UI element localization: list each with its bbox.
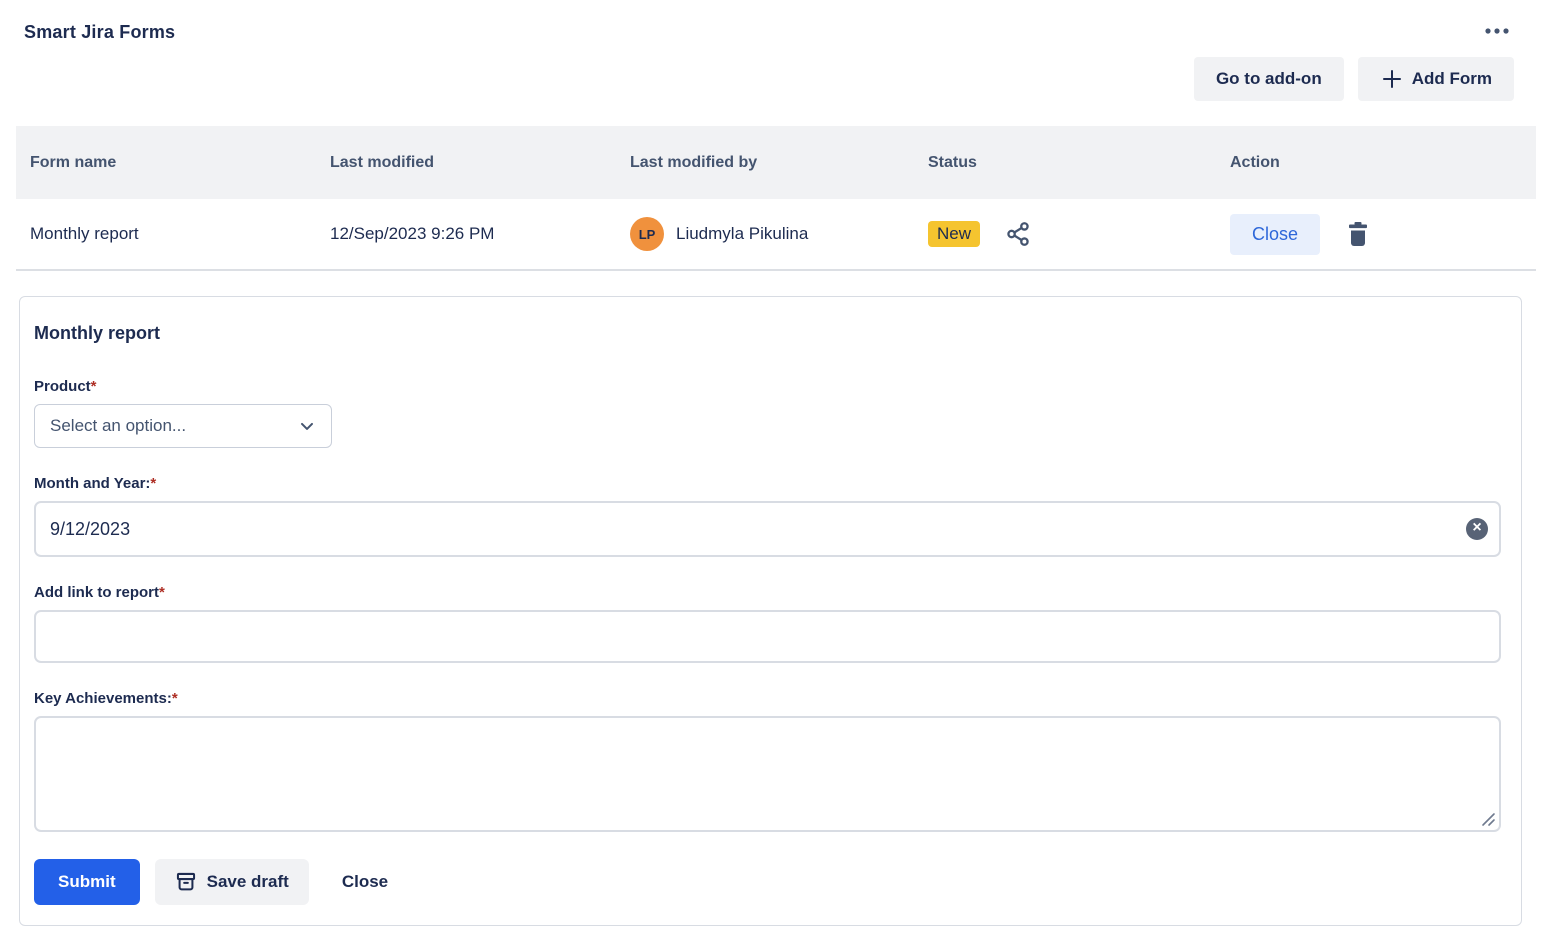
- key-achievements-label: Key Achievements:*: [34, 690, 1501, 707]
- status-cell: New: [928, 220, 1230, 248]
- form-title: Monthly report: [34, 323, 1501, 344]
- key-achievements-field-group: Key Achievements:*: [34, 690, 1501, 832]
- key-achievements-textarea[interactable]: [34, 716, 1501, 832]
- status-badge: New: [928, 221, 980, 247]
- required-marker: *: [159, 584, 165, 601]
- resize-handle-icon[interactable]: [1480, 811, 1496, 827]
- action-cell: Close: [1230, 214, 1536, 255]
- archive-box-icon: [175, 871, 197, 893]
- column-header-action: Action: [1230, 154, 1536, 172]
- ellipsis-dots: [1484, 26, 1510, 36]
- save-draft-label: Save draft: [207, 872, 289, 892]
- table-row: Monthly report 12/Sep/2023 9:26 PM LP Li…: [16, 199, 1536, 271]
- share-glyph: [1004, 220, 1032, 248]
- month-year-input[interactable]: [34, 501, 1501, 557]
- table-header-row: Form name Last modified Last modified by…: [16, 126, 1536, 199]
- add-form-button[interactable]: Add Form: [1358, 57, 1514, 101]
- month-year-label-text: Month and Year:: [34, 475, 150, 492]
- report-link-label: Add link to report*: [34, 584, 1501, 601]
- plus-icon: [1380, 67, 1404, 91]
- share-icon[interactable]: [1004, 220, 1032, 248]
- product-field-group: Product* Select an option...: [34, 378, 1501, 448]
- trash-glyph: [1346, 221, 1370, 247]
- product-label: Product*: [34, 378, 1501, 395]
- column-header-last-modified-by: Last modified by: [630, 154, 928, 172]
- save-draft-button[interactable]: Save draft: [155, 859, 309, 905]
- more-ellipsis-icon[interactable]: [1482, 22, 1512, 40]
- month-year-input-wrap: ×: [34, 501, 1501, 557]
- form-name-cell: Monthly report: [30, 224, 330, 244]
- key-achievements-label-text: Key Achievements:: [34, 690, 172, 707]
- close-form-button[interactable]: Close: [1230, 214, 1320, 255]
- product-select[interactable]: Select an option...: [34, 404, 332, 448]
- form-buttons-row: Submit Save draft Close: [34, 859, 1501, 905]
- page-title: Smart Jira Forms: [24, 22, 175, 43]
- forms-table: Form name Last modified Last modified by…: [16, 126, 1536, 271]
- go-to-addon-label: Go to add-on: [1216, 69, 1322, 89]
- required-marker: *: [172, 690, 178, 707]
- smart-jira-forms-page: Smart Jira Forms Go to add-on Add Form F…: [0, 0, 1552, 926]
- add-form-label: Add Form: [1412, 69, 1492, 89]
- chevron-down-icon: [297, 416, 317, 436]
- top-bar: Smart Jira Forms: [16, 0, 1536, 43]
- clear-date-icon[interactable]: ×: [1466, 518, 1488, 540]
- column-header-status: Status: [928, 154, 1230, 172]
- column-header-last-modified: Last modified: [330, 154, 630, 172]
- avatar: LP: [630, 217, 664, 251]
- column-header-form-name: Form name: [30, 154, 330, 172]
- modified-by-cell: LP Liudmyla Pikulina: [630, 217, 928, 251]
- report-link-field-group: Add link to report*: [34, 584, 1501, 663]
- product-label-text: Product: [34, 378, 91, 395]
- last-modified-cell: 12/Sep/2023 9:26 PM: [330, 224, 630, 244]
- form-panel: Monthly report Product* Select an option…: [19, 296, 1522, 926]
- report-link-input[interactable]: [34, 610, 1501, 663]
- month-year-field-group: Month and Year:* ×: [34, 475, 1501, 557]
- product-select-placeholder: Select an option...: [50, 416, 186, 436]
- toolbar: Go to add-on Add Form: [16, 57, 1536, 101]
- delete-icon[interactable]: [1346, 221, 1370, 247]
- month-year-label: Month and Year:*: [34, 475, 1501, 492]
- close-button[interactable]: Close: [342, 872, 388, 892]
- required-marker: *: [91, 378, 97, 395]
- required-marker: *: [150, 475, 156, 492]
- submit-button[interactable]: Submit: [34, 859, 140, 905]
- report-link-label-text: Add link to report: [34, 584, 159, 601]
- go-to-addon-button[interactable]: Go to add-on: [1194, 57, 1344, 101]
- modified-by-name: Liudmyla Pikulina: [676, 224, 808, 244]
- key-achievements-textarea-wrap: [34, 716, 1501, 832]
